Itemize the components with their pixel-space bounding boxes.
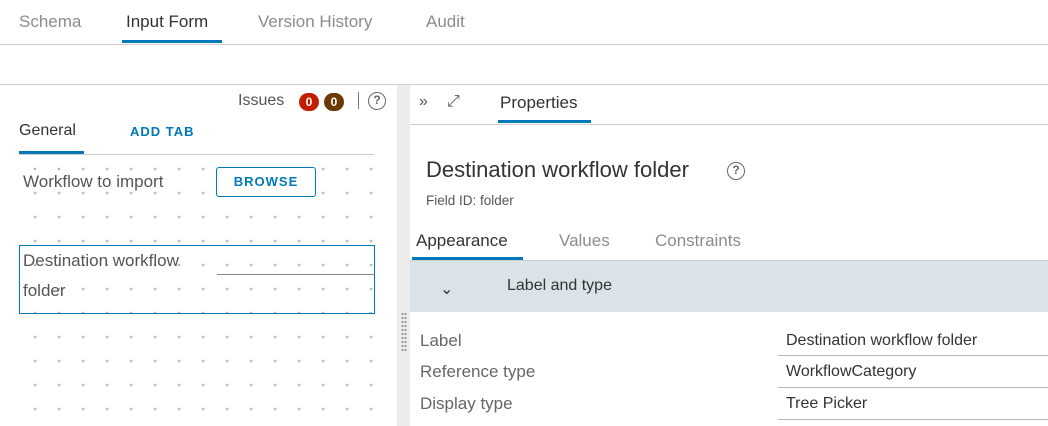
tab-audit[interactable]: Audit	[426, 12, 465, 32]
prop-label-underline	[778, 355, 1048, 356]
prop-display-type-label: Display type	[420, 394, 513, 413]
prop-reference-type-underline	[778, 387, 1048, 388]
destination-folder-label: Destination workflow folder	[23, 251, 179, 300]
field-title: Destination workflow folder	[426, 157, 689, 182]
top-tab-bar: Schema Input Form Version History Audit	[0, 0, 1048, 45]
tab-properties[interactable]: Properties	[500, 93, 577, 113]
accordion-title[interactable]: Label and type	[507, 277, 612, 295]
tab-schema[interactable]: Schema	[19, 12, 81, 32]
prop-reference-type-label: Reference type	[420, 362, 536, 381]
issues-divider	[358, 92, 359, 109]
prop-display-type-value[interactable]: Tree Picker	[786, 395, 867, 413]
pane-splitter[interactable]	[397, 85, 410, 426]
field-help-icon[interactable]: ?	[727, 162, 745, 180]
collapse-panel-icon[interactable]: »	[419, 93, 428, 111]
destination-folder-input-line	[217, 274, 375, 275]
add-tab-button[interactable]: ADD TAB	[130, 124, 195, 139]
properties-tab-divider	[410, 124, 1048, 125]
toolbar	[0, 45, 1048, 85]
warning-count-badge[interactable]: 0	[324, 93, 344, 111]
prop-display-type-underline	[778, 419, 1048, 420]
field-id: Field ID: folder	[426, 193, 514, 208]
properties-tab-indicator	[498, 120, 591, 123]
tab-appearance[interactable]: Appearance	[416, 231, 508, 251]
splitter-grip-icon[interactable]	[401, 312, 407, 352]
issues-label: Issues	[238, 92, 285, 109]
tab-constraints[interactable]: Constraints	[655, 231, 741, 251]
prop-label-label: Label	[420, 331, 462, 350]
prop-label-value[interactable]: Destination workflow folder	[786, 332, 977, 350]
tab-general[interactable]: General	[19, 122, 76, 140]
browse-button[interactable]: BROWSE	[216, 167, 316, 197]
error-count-badge[interactable]: 0	[299, 93, 319, 111]
help-icon[interactable]: ?	[368, 92, 386, 110]
active-tab-indicator	[122, 40, 222, 43]
workflow-to-import-label[interactable]: Workflow to import	[23, 167, 183, 197]
label-and-type-accordion[interactable]	[410, 261, 1048, 312]
expand-panel-icon[interactable]: ⤢	[447, 93, 460, 111]
tab-input-form[interactable]: Input Form	[126, 12, 208, 32]
chevron-down-icon[interactable]: ⌄	[440, 279, 453, 299]
tab-version-history[interactable]: Version History	[258, 12, 372, 32]
tab-values[interactable]: Values	[559, 231, 610, 251]
prop-reference-type-value[interactable]: WorkflowCategory	[786, 363, 916, 381]
